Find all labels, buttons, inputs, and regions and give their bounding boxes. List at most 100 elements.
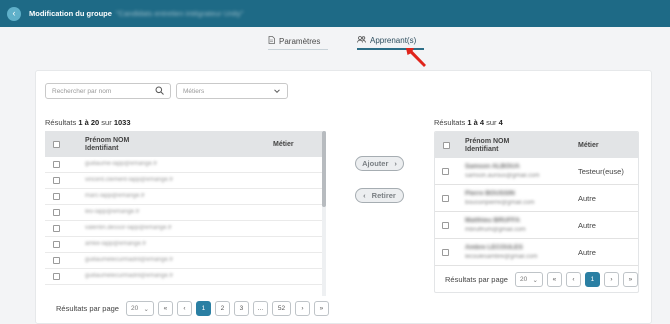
add-button-label: Ajouter — [362, 159, 389, 168]
col-name-label: Prénom NOM — [465, 138, 510, 145]
chevron-left-icon: ‹ — [572, 276, 575, 283]
learner-email: mbruffrum@gmail.com — [465, 227, 526, 233]
search-icon — [155, 86, 164, 97]
right-results-count: Résultats 1 à 4 sur 4 — [434, 118, 503, 127]
row-identifier: marc-lapp@emange.fr — [85, 193, 145, 199]
double-chevron-right-icon: » — [319, 305, 324, 312]
table-row[interactable]: valentin.dessor-lapp@emange.fr — [45, 221, 322, 237]
row-checkbox[interactable] — [53, 273, 60, 280]
learner-email: lecoulesambre@gmail.com — [465, 254, 538, 260]
table-scrollbar[interactable] — [322, 131, 326, 296]
table-row[interactable]: guillaumelecurmadril@emange.fr — [45, 253, 322, 269]
col-name-label: Prénom NOM — [85, 137, 130, 144]
per-page-select[interactable]: 20 ⌄ — [125, 301, 154, 316]
learner-name: Pierre BOUSSIN — [465, 190, 515, 197]
top-bar: ‹ Modification du groupe "Candidats entre… — [0, 0, 670, 27]
available-learners-table: Prénom NOM Identifiant Métier guillaume-… — [45, 131, 326, 296]
row-checkbox[interactable] — [53, 177, 60, 184]
table-row[interactable]: Samson ALBOUA samson.aurous@gmail.com Te… — [435, 158, 638, 185]
col-name: Prénom NOM Identifiant — [85, 137, 129, 153]
select-all-checkbox[interactable] — [53, 141, 60, 148]
learner-email: samson.aurous@gmail.com — [465, 173, 540, 179]
page-button[interactable]: 1 — [195, 301, 211, 316]
double-chevron-left-icon: « — [163, 305, 168, 312]
search-placeholder: Rechercher par nom — [52, 87, 112, 95]
row-identifier: vincent.clement-lapp@emange.fr — [85, 177, 174, 183]
row-checkbox[interactable] — [442, 168, 449, 175]
page-button[interactable]: 3 — [233, 301, 249, 316]
row-checkbox[interactable] — [442, 195, 449, 202]
table-header: Prénom NOM Identifiant Métier — [45, 131, 322, 157]
table-row[interactable]: Pierre BOUSSIN boussinpierre@gmail.com A… — [435, 185, 638, 212]
scrollbar-thumb[interactable] — [322, 131, 326, 207]
chevron-left-icon: ‹ — [363, 191, 366, 200]
right-results-range: 1 à 4 — [467, 118, 485, 127]
row-checkbox[interactable] — [442, 222, 449, 229]
chevron-down-icon — [273, 87, 281, 97]
table-row[interactable]: Matthieu BRUFFA mbruffrum@gmail.com Autr… — [435, 212, 638, 239]
right-results-total: 4 — [498, 118, 503, 127]
chevron-right-icon: › — [610, 276, 613, 283]
row-checkbox[interactable] — [53, 193, 60, 200]
metier-select[interactable]: Métiers — [176, 83, 288, 99]
row-identifier: guillaumelecurmadril@emange.fr — [85, 257, 174, 263]
double-chevron-right-icon: » — [628, 276, 633, 283]
learner-name: Matthieu BRUFFA — [465, 217, 520, 224]
col-id-label: Identifiant — [465, 146, 499, 153]
metier-placeholder: Métiers — [183, 87, 205, 95]
right-results-prefix: Résultats — [434, 118, 468, 127]
group-name: "Candidats entretien intégrateur Unity" — [115, 9, 244, 18]
tabs: Paramètres Apprenant(s) — [0, 33, 670, 51]
document-icon — [268, 36, 275, 46]
page-ellipsis: ... — [252, 301, 268, 316]
first-page-button[interactable]: « — [157, 301, 173, 316]
search-input[interactable]: Rechercher par nom — [45, 83, 171, 99]
col-metier: Métier — [578, 142, 599, 149]
prev-page-button[interactable]: ‹ — [565, 272, 581, 287]
table-row[interactable]: leo-lapp@emange.fr — [45, 205, 322, 221]
row-checkbox[interactable] — [53, 257, 60, 264]
next-page-button[interactable]: › — [294, 301, 310, 316]
row-checkbox[interactable] — [53, 161, 60, 168]
next-page-button[interactable]: › — [603, 272, 619, 287]
row-checkbox[interactable] — [53, 225, 60, 232]
learner-metier: Autre — [578, 221, 596, 230]
table-row[interactable]: guillaume-lapp@emange.fr — [45, 157, 322, 173]
chevron-left-icon: ‹ — [12, 8, 16, 18]
left-results-sur: sur — [99, 118, 114, 127]
group-learners-table: Prénom NOM Identifiant Métier Samson ALB… — [434, 131, 639, 293]
row-checkbox[interactable] — [53, 209, 60, 216]
table-row[interactable]: amke-lapp@emange.fr — [45, 237, 322, 253]
table-row[interactable]: marc-lapp@emange.fr — [45, 189, 322, 205]
right-pagination: Résultats par page 20 ⌄ « ‹ 1 › » — [445, 272, 638, 287]
add-button[interactable]: Ajouter › — [355, 156, 404, 171]
page-button[interactable]: 2 — [214, 301, 230, 316]
table-row[interactable]: Ambre LECOULES lecoulesambre@gmail.com A… — [435, 239, 638, 266]
page-button[interactable]: 1 — [584, 272, 600, 287]
right-results-sur: sur — [484, 118, 499, 127]
last-page-button[interactable]: » — [313, 301, 329, 316]
double-chevron-left-icon: « — [552, 276, 557, 283]
page-title: Modification du groupe "Candidats entreti… — [29, 9, 243, 18]
table-row[interactable]: guillaumelecurmadril@emange.fr — [45, 269, 322, 285]
per-page-label: Résultats par page — [445, 275, 508, 284]
row-checkbox[interactable] — [442, 249, 449, 256]
tab-parametres[interactable]: Paramètres — [268, 33, 328, 50]
last-page-button[interactable]: » — [622, 272, 638, 287]
first-page-button[interactable]: « — [546, 272, 562, 287]
col-name: Prénom NOM Identifiant — [465, 138, 509, 154]
left-results-total: 1033 — [113, 118, 131, 127]
page-button[interactable]: 52 — [271, 301, 291, 316]
per-page-select[interactable]: 20 ⌄ — [514, 272, 543, 287]
left-pagination: Résultats par page 20 ⌄ « ‹ 1 2 3 ... 52 … — [56, 301, 329, 316]
table-row[interactable]: vincent.clement-lapp@emange.fr — [45, 173, 322, 189]
tab-parametres-label: Paramètres — [279, 36, 321, 46]
remove-button[interactable]: ‹ Retirer — [355, 188, 404, 203]
row-checkbox[interactable] — [53, 241, 60, 248]
back-button[interactable]: ‹ — [7, 6, 21, 21]
select-all-checkbox[interactable] — [443, 142, 450, 149]
prev-page-button[interactable]: ‹ — [176, 301, 192, 316]
learner-name: Ambre LECOULES — [465, 244, 523, 251]
users-icon — [357, 36, 366, 45]
row-identifier: leo-lapp@emange.fr — [85, 209, 140, 215]
